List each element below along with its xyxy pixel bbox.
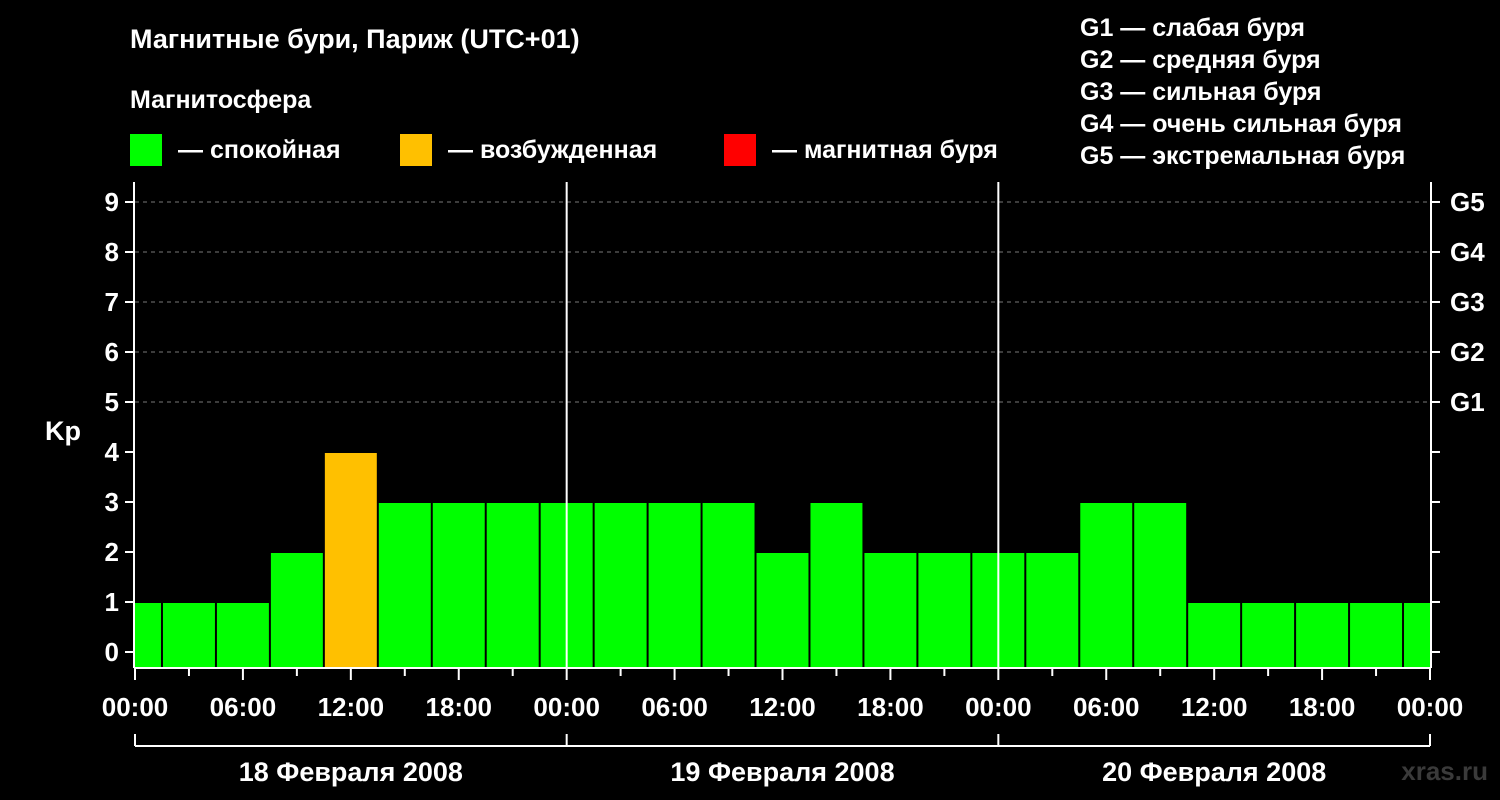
kp-bar bbox=[1080, 503, 1133, 668]
x-tick-label: 18:00 bbox=[1289, 692, 1356, 722]
x-tick-label: 18:00 bbox=[426, 692, 493, 722]
kp-bar bbox=[648, 503, 701, 668]
kp-bar bbox=[1296, 603, 1349, 668]
kp-bar bbox=[1404, 603, 1430, 668]
watermark: xras.ru bbox=[1401, 756, 1488, 786]
x-tick-label: 12:00 bbox=[318, 692, 385, 722]
x-tick-label: 00:00 bbox=[533, 692, 600, 722]
y-tick-label: 8 bbox=[105, 237, 119, 267]
x-tick-label: 06:00 bbox=[641, 692, 708, 722]
day-label: 18 Февраля 2008 bbox=[239, 757, 463, 787]
kp-bar bbox=[1188, 603, 1241, 668]
kp-bar bbox=[594, 503, 647, 668]
kp-bar bbox=[270, 553, 323, 668]
y-axis-label: Kp bbox=[45, 416, 81, 446]
x-tick-label: 00:00 bbox=[1397, 692, 1464, 722]
kp-bar bbox=[378, 503, 431, 668]
kp-bar bbox=[135, 603, 161, 668]
g-tick-label: G1 bbox=[1450, 387, 1485, 417]
y-tick-label: 0 bbox=[105, 637, 119, 667]
kp-bar bbox=[432, 503, 485, 668]
kp-bar bbox=[1350, 603, 1403, 668]
y-tick-label: 9 bbox=[105, 187, 119, 217]
y-tick-label: 6 bbox=[105, 337, 119, 367]
y-tick-label: 1 bbox=[105, 587, 119, 617]
x-tick-label: 00:00 bbox=[102, 692, 169, 722]
kp-bar bbox=[810, 503, 863, 668]
kp-bar bbox=[702, 503, 755, 668]
kp-bar bbox=[918, 553, 971, 668]
kp-bar bbox=[162, 603, 215, 668]
kp-bar bbox=[756, 553, 809, 668]
g-tick-label: G2 bbox=[1450, 337, 1485, 367]
x-tick-label: 06:00 bbox=[210, 692, 277, 722]
x-tick-label: 18:00 bbox=[857, 692, 924, 722]
x-tick-label: 06:00 bbox=[1073, 692, 1140, 722]
kp-bar-chart: 0 1 2 3 4 5 6 7 8 9 G1 G2 G3 G4 G5 Kp 00:00 06:00 12:00 18:… bbox=[45, 182, 1485, 787]
g-tick-label: G3 bbox=[1450, 287, 1485, 317]
x-tick-label: 12:00 bbox=[1181, 692, 1248, 722]
kp-bar bbox=[864, 553, 917, 668]
kp-bar bbox=[1026, 553, 1079, 668]
y-tick-label: 5 bbox=[105, 387, 119, 417]
day-label: 20 Февраля 2008 bbox=[1102, 757, 1326, 787]
kp-bar bbox=[1242, 603, 1295, 668]
y-tick-label: 4 bbox=[105, 437, 120, 467]
y-tick-label: 7 bbox=[105, 287, 119, 317]
x-tick-label: 00:00 bbox=[965, 692, 1032, 722]
day-label: 19 Февраля 2008 bbox=[670, 757, 894, 787]
kp-bar bbox=[486, 503, 539, 668]
kp-bar bbox=[1134, 503, 1187, 668]
y-tick-label: 2 bbox=[105, 537, 119, 567]
kp-bar bbox=[216, 603, 269, 668]
x-tick-label: 12:00 bbox=[749, 692, 816, 722]
kp-bar bbox=[324, 453, 377, 668]
y-tick-label: 3 bbox=[105, 487, 119, 517]
g-tick-label: G4 bbox=[1450, 237, 1485, 267]
g-tick-label: G5 bbox=[1450, 187, 1485, 217]
